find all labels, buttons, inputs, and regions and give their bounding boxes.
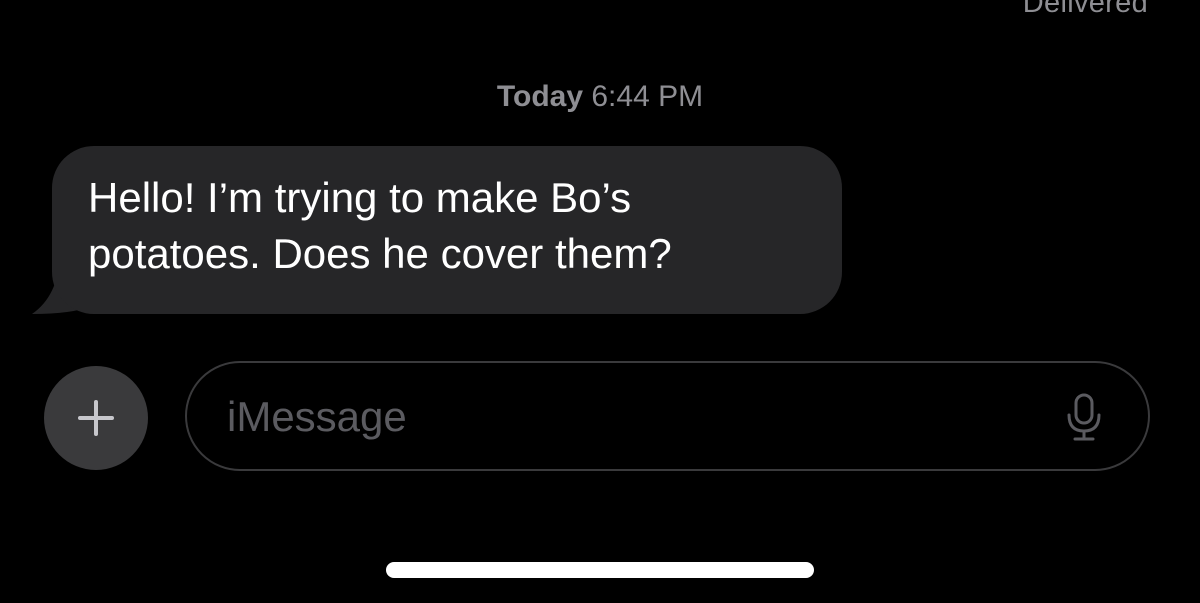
- home-indicator[interactable]: [386, 562, 814, 578]
- message-line: Hello! I’m trying to make Bo’s: [88, 174, 632, 221]
- delivered-status: Delivered: [1022, 0, 1148, 19]
- microphone-icon[interactable]: [1064, 393, 1104, 443]
- received-message[interactable]: Hello! I’m trying to make Bo’s potatoes.…: [32, 146, 862, 318]
- message-line: potatoes. Does he cover them?: [88, 230, 672, 277]
- add-button[interactable]: [44, 366, 148, 470]
- timestamp-time: 6:44 PM: [591, 80, 704, 113]
- message-bubble[interactable]: Hello! I’m trying to make Bo’s potatoes.…: [52, 146, 842, 314]
- timestamp-day: Today: [496, 80, 584, 113]
- input-placeholder: iMessage: [227, 393, 407, 440]
- message-timestamp: Today 6:44 PM: [0, 80, 1200, 114]
- imessage-input[interactable]: iMessage: [185, 361, 1150, 471]
